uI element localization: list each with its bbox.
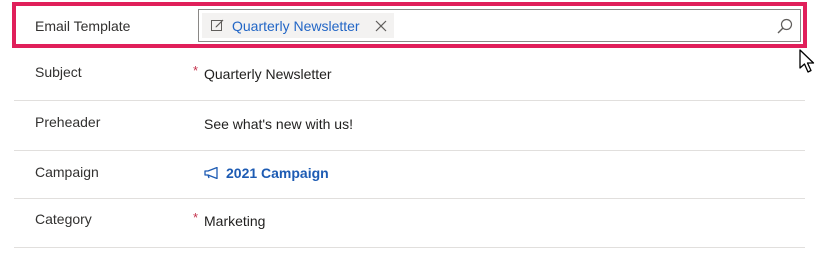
campaign-link[interactable]: 2021 Campaign [204, 165, 329, 181]
megaphone-icon [204, 167, 218, 179]
search-icon[interactable] [777, 18, 793, 34]
subject-field[interactable]: Quarterly Newsletter [204, 66, 332, 82]
email-template-chip[interactable]: Quarterly Newsletter [202, 13, 394, 38]
category-row: Category * Marketing [14, 199, 805, 248]
edit-icon [211, 19, 224, 31]
required-marker: * [193, 63, 199, 78]
category-label: Category [35, 211, 92, 227]
email-template-lookup[interactable]: Quarterly Newsletter [198, 9, 801, 42]
email-form: Email Template Quarterly Newsletter Subj… [0, 0, 819, 276]
email-template-row: Email Template Quarterly Newsletter [12, 2, 807, 48]
mouse-cursor-icon [799, 49, 815, 73]
close-icon[interactable] [375, 20, 387, 32]
campaign-value[interactable]: 2021 Campaign [226, 165, 329, 181]
email-template-label: Email Template [35, 18, 131, 34]
subject-row: Subject * Quarterly Newsletter [14, 50, 805, 101]
required-marker: * [193, 210, 199, 225]
campaign-label: Campaign [35, 164, 99, 180]
email-template-value[interactable]: Quarterly Newsletter [232, 18, 360, 34]
category-field[interactable]: Marketing [204, 213, 265, 229]
preheader-label: Preheader [35, 114, 101, 130]
preheader-field[interactable]: See what's new with us! [204, 116, 353, 132]
preheader-row: Preheader See what's new with us! [14, 101, 805, 151]
campaign-row: Campaign 2021 Campaign [14, 151, 805, 199]
subject-label: Subject [35, 64, 82, 80]
